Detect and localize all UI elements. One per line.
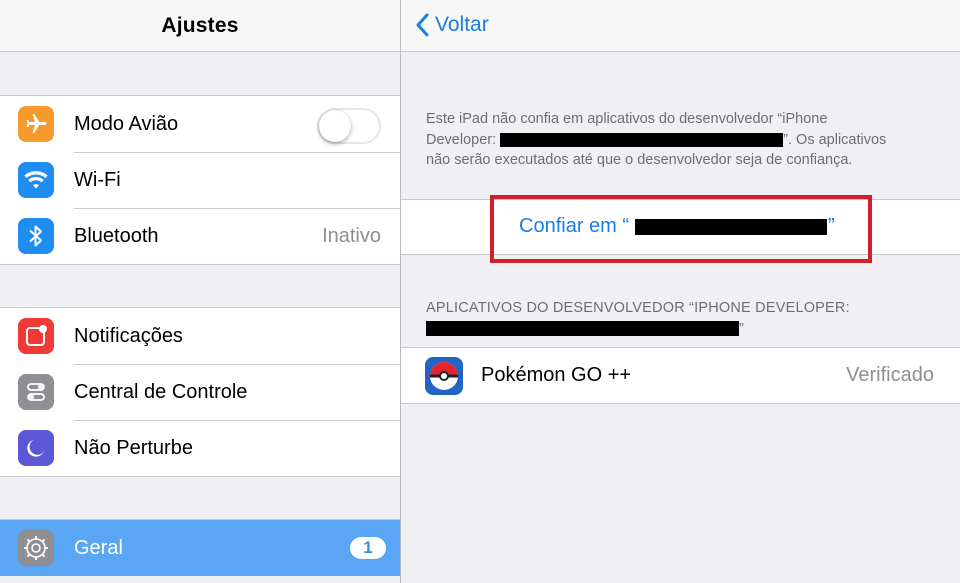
settings-sidebar: Ajustes Modo Avião Wi-Fi Bluetooth Inati… bbox=[0, 0, 400, 583]
sidebar-item-bluetooth[interactable]: Bluetooth Inativo bbox=[0, 208, 400, 264]
sidebar-item-wifi[interactable]: Wi-Fi bbox=[0, 152, 400, 208]
wifi-icon bbox=[18, 162, 54, 198]
trust-info-text: Este iPad não confia em aplicativos do d… bbox=[426, 109, 936, 171]
info-line-2-suffix: ”. Os aplicativos bbox=[783, 131, 887, 148]
section-header-line-2-suffix: ” bbox=[739, 320, 745, 337]
bluetooth-status-value: Inativo bbox=[322, 224, 381, 247]
sidebar-item-label: Modo Avião bbox=[74, 112, 179, 135]
airplane-mode-toggle[interactable] bbox=[317, 108, 381, 144]
control-center-icon bbox=[18, 374, 54, 410]
sidebar-item-general[interactable]: Geral 1 bbox=[0, 520, 400, 576]
moon-icon bbox=[18, 430, 54, 466]
back-label: Voltar bbox=[435, 13, 489, 36]
developer-apps-section-header: APLICATIVOS DO DESENVOLVEDOR “IPHONE DEV… bbox=[426, 298, 946, 339]
info-line-2: Developer: ”. Os aplicativos bbox=[426, 130, 936, 151]
gear-icon bbox=[18, 530, 54, 566]
section-header-line-1: APLICATIVOS DO DESENVOLVEDOR “IPHONE DEV… bbox=[426, 300, 850, 316]
settings-group-connectivity: Modo Avião Wi-Fi Bluetooth Inativo bbox=[0, 95, 400, 265]
sidebar-item-label: Geral bbox=[74, 536, 123, 559]
info-line-1: Este iPad não confia em aplicativos do d… bbox=[426, 111, 828, 127]
notification-badge: 1 bbox=[350, 537, 386, 559]
detail-header: Voltar bbox=[401, 0, 960, 52]
toggle-knob bbox=[319, 110, 351, 142]
developer-trust-pane: Voltar Este iPad não confia em aplicativ… bbox=[401, 0, 960, 583]
pokeball-icon bbox=[425, 357, 463, 395]
sidebar-item-label: Central de Controle bbox=[74, 380, 248, 403]
sidebar-item-label: Não Perturbe bbox=[74, 436, 193, 459]
sidebar-item-control-center[interactable]: Central de Controle bbox=[0, 364, 400, 420]
sidebar-item-label: Wi-Fi bbox=[74, 168, 121, 191]
sidebar-item-label: Bluetooth bbox=[74, 224, 159, 247]
section-header-line-2: ” bbox=[426, 319, 946, 340]
bluetooth-icon bbox=[18, 218, 54, 254]
info-line-3: não serão executados até que o desenvolv… bbox=[426, 152, 853, 168]
notifications-icon bbox=[18, 318, 54, 354]
sidebar-title: Ajustes bbox=[161, 13, 239, 37]
settings-group-notifications: Notificações Central de Controle Não Per… bbox=[0, 307, 400, 477]
sidebar-item-label: Notificações bbox=[74, 324, 183, 347]
chevron-left-icon bbox=[416, 13, 429, 37]
highlight-annotation-box bbox=[490, 195, 872, 263]
settings-group-general: Geral 1 bbox=[0, 519, 400, 576]
app-list-item[interactable]: Pokémon GO ++ Verificado bbox=[401, 347, 960, 404]
sidebar-header: Ajustes bbox=[0, 0, 400, 52]
redacted-developer-name bbox=[426, 321, 739, 337]
app-verification-status: Verificado bbox=[846, 364, 934, 386]
sidebar-item-do-not-disturb[interactable]: Não Perturbe bbox=[0, 420, 400, 476]
app-name: Pokémon GO ++ bbox=[481, 364, 632, 386]
airplane-icon bbox=[18, 106, 54, 142]
redacted-developer-name bbox=[500, 132, 784, 147]
info-line-2-prefix: Developer: bbox=[426, 131, 497, 148]
sidebar-item-airplane-mode[interactable]: Modo Avião bbox=[0, 96, 400, 152]
sidebar-item-notifications[interactable]: Notificações bbox=[0, 308, 400, 364]
back-button[interactable]: Voltar bbox=[415, 10, 489, 40]
